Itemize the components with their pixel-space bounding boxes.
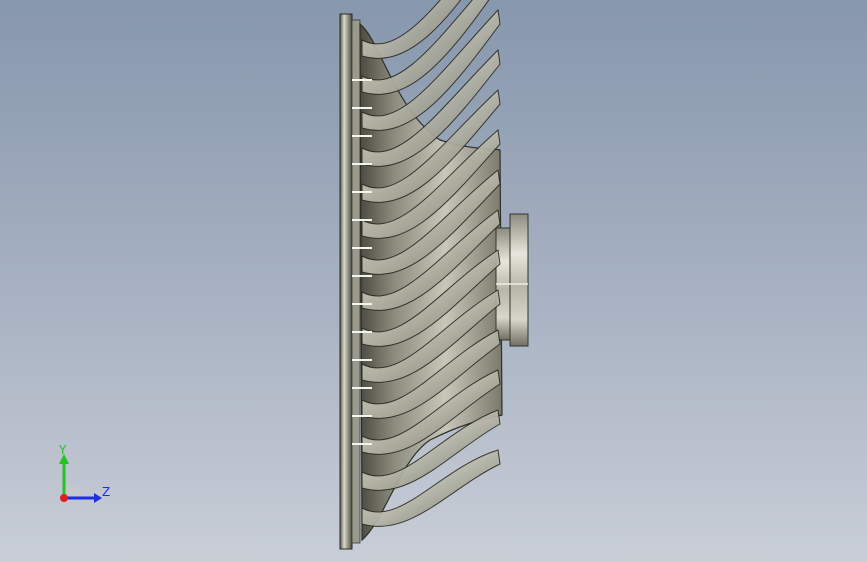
graphics-viewport[interactable]: Y Z <box>0 0 867 562</box>
impeller-model[interactable] <box>0 0 867 562</box>
x-axis-dot <box>60 494 68 502</box>
z-axis-arrowhead <box>94 493 102 503</box>
back-disc <box>339 13 353 550</box>
back-disc-step <box>351 19 361 544</box>
z-axis-label: Z <box>102 485 111 499</box>
view-orientation-triad: Y Z <box>40 440 120 510</box>
triad-axes <box>59 454 102 503</box>
hub-nose <box>509 213 529 347</box>
y-axis-label: Y <box>59 443 67 457</box>
